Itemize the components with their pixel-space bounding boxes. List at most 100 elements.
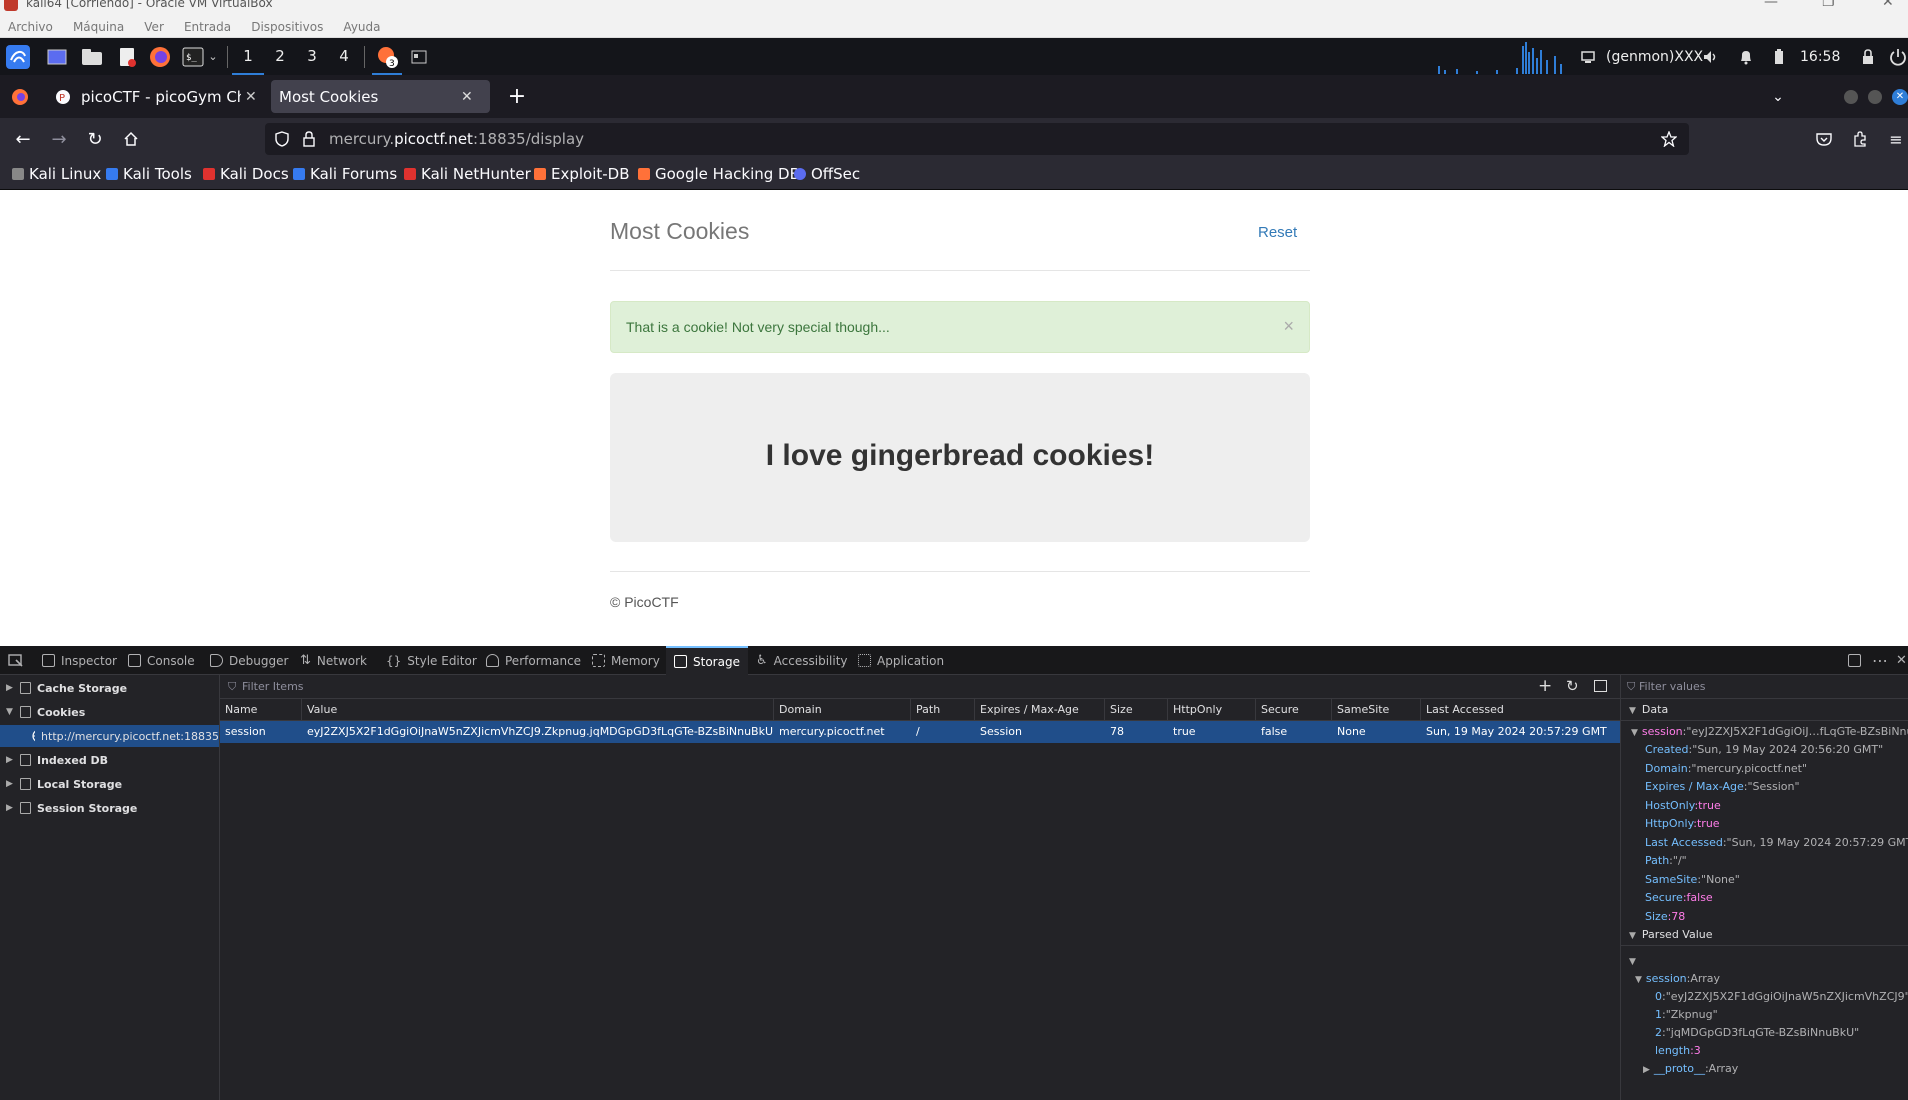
tab-network[interactable]: ⇅ Network <box>300 646 367 675</box>
pocket-icon[interactable] <box>1812 118 1836 160</box>
bookmark-google-hacking-db[interactable]: Google Hacking DB <box>638 165 800 183</box>
file-manager-icon[interactable] <box>79 38 105 75</box>
chevron-down-icon[interactable]: ⌄ <box>206 38 220 75</box>
add-item-icon[interactable]: + <box>1538 676 1552 696</box>
table-row[interactable]: session eyJ2ZXJ5X2F1dGgiOiJnaW5nZXJicmVh… <box>220 721 1620 743</box>
new-tab-icon[interactable]: + <box>503 75 531 118</box>
text-editor-icon[interactable] <box>114 38 140 75</box>
cell-name[interactable]: session <box>220 721 302 743</box>
display-icon[interactable] <box>1580 38 1596 75</box>
col-name[interactable]: Name <box>220 699 302 721</box>
tree-session-storage[interactable]: ▶ Session Storage <box>6 797 137 819</box>
data-session-line[interactable]: ▼ session:"eyJ2ZXJ5X2F1dGgiOiJ…fLqGTe-BZs… <box>1631 723 1908 741</box>
data-section-header[interactable]: ▼ Data <box>1621 699 1908 721</box>
tab-performance[interactable]: Performance <box>486 646 581 675</box>
terminal-icon[interactable]: $_ <box>180 38 206 75</box>
data-line[interactable]: Created:"Sun, 19 May 2024 20:56:20 GMT" <box>1645 741 1883 759</box>
data-line[interactable]: Last Accessed:"Sun, 19 May 2024 20:57:29… <box>1645 834 1908 852</box>
filter-items-bar[interactable]: ⛉ Filter Items + ↻ <box>220 675 1620 699</box>
col-size[interactable]: Size <box>1105 699 1168 721</box>
data-line[interactable]: Size:78 <box>1645 908 1685 926</box>
menu-dispositivos[interactable]: Dispositivos <box>243 14 330 34</box>
cell-secure[interactable]: false <box>1256 721 1332 743</box>
tree-cache-storage[interactable]: ▶ Cache Storage <box>6 677 127 699</box>
notification-bell-icon[interactable] <box>1738 38 1754 75</box>
col-expires[interactable]: Expires / Max-Age <box>975 699 1105 721</box>
tab-close-icon[interactable]: ✕ <box>461 89 473 105</box>
bookmark-kali-linux[interactable]: Kali Linux <box>12 165 101 183</box>
back-icon[interactable]: ← <box>10 118 36 160</box>
workspace-4[interactable]: 4 <box>328 38 360 75</box>
menu-ayuda[interactable]: Ayuda <box>335 14 387 34</box>
data-line[interactable]: Secure:false <box>1645 889 1713 907</box>
tab-accessibility[interactable]: ♿ Accessibility <box>756 646 848 675</box>
cell-path[interactable]: / <box>911 721 975 743</box>
extensions-icon[interactable] <box>1848 118 1872 160</box>
parsed-proto[interactable]: ▶ __proto__:Array <box>1643 1060 1738 1078</box>
dock-side-icon[interactable] <box>1848 646 1861 675</box>
tracking-shield-icon[interactable] <box>275 131 289 147</box>
alert-close-icon[interactable]: × <box>1283 316 1294 337</box>
padlock-icon[interactable] <box>303 131 315 147</box>
filter-values-input[interactable]: Filter values <box>1639 680 1706 693</box>
workspace-2[interactable]: 2 <box>264 38 296 75</box>
menu-maquina[interactable]: Máquina <box>65 14 131 34</box>
window-min-icon[interactable] <box>1844 75 1858 118</box>
tree-cookie-origin[interactable]: http://mercury.picoctf.net:18835 <box>0 725 219 747</box>
list-all-tabs-icon[interactable]: ⌄ <box>1766 75 1790 118</box>
cell-expires[interactable]: Session <box>975 721 1105 743</box>
window-icon[interactable] <box>408 38 430 75</box>
close-devtools-icon[interactable]: ✕ <box>1896 646 1907 675</box>
col-httponly[interactable]: HttpOnly <box>1168 699 1256 721</box>
bookmark-star-icon[interactable] <box>1661 131 1677 147</box>
col-last-accessed[interactable]: Last Accessed <box>1421 699 1620 721</box>
lock-icon[interactable] <box>1860 38 1876 75</box>
parsed-item[interactable]: 2:"jqMDGpGD3fLqGTe-BZsBiNnuBkU" <box>1655 1024 1859 1042</box>
parsed-root-toggle[interactable]: ▼ <box>1629 952 1636 970</box>
home-icon[interactable] <box>118 118 144 160</box>
desktop-icon[interactable] <box>44 38 70 75</box>
power-icon[interactable] <box>1888 38 1908 75</box>
tree-cookies[interactable]: ▼ Cookies <box>6 701 85 723</box>
reset-link[interactable]: Reset <box>1258 224 1297 241</box>
tab-debugger[interactable]: Debugger <box>210 646 288 675</box>
parsed-value-section-header[interactable]: ▼ Parsed Value <box>1621 924 1908 946</box>
bookmark-kali-tools[interactable]: Kali Tools <box>106 165 192 183</box>
tab-application[interactable]: Application <box>858 646 944 675</box>
tab-style-editor[interactable]: {} Style Editor <box>386 646 477 675</box>
refresh-icon[interactable]: ↻ <box>1566 677 1579 695</box>
tab-storage[interactable]: Storage <box>666 646 748 675</box>
data-line[interactable]: SameSite:"None" <box>1645 871 1740 889</box>
tab-console[interactable]: Console <box>128 646 195 675</box>
firefox-icon[interactable] <box>147 38 173 75</box>
filter-values-bar[interactable]: ⛉ Filter values <box>1621 675 1908 699</box>
parsed-item[interactable]: length:3 <box>1655 1042 1701 1060</box>
filter-items-input[interactable]: Filter Items <box>242 680 304 693</box>
col-samesite[interactable]: SameSite <box>1332 699 1421 721</box>
bookmark-kali-nethunter[interactable]: Kali NetHunter <box>404 165 531 183</box>
bookmark-kali-forums[interactable]: Kali Forums <box>293 165 397 183</box>
tab-inspector[interactable]: Inspector <box>42 646 117 675</box>
volume-icon[interactable] <box>1702 38 1720 75</box>
restore-icon[interactable]: ❐ <box>1822 0 1835 10</box>
data-line[interactable]: Domain:"mercury.picoctf.net" <box>1645 760 1807 778</box>
col-domain[interactable]: Domain <box>774 699 911 721</box>
parsed-item[interactable]: 1:"Zkpnug" <box>1655 1006 1718 1024</box>
tab-picogym[interactable]: P picoCTF - picoGym Challe ✕ <box>47 80 262 113</box>
cell-samesite[interactable]: None <box>1332 721 1421 743</box>
cell-last-accessed[interactable]: Sun, 19 May 2024 20:57:29 GMT <box>1421 721 1620 743</box>
element-picker-icon[interactable] <box>8 646 24 675</box>
bookmark-exploit-db[interactable]: Exploit-DB <box>534 165 630 183</box>
firefox-taskbar-icon[interactable]: 3 <box>372 38 402 75</box>
data-line[interactable]: HostOnly:true <box>1645 797 1721 815</box>
tab-most-cookies[interactable]: Most Cookies ✕ <box>271 80 490 113</box>
minimize-icon[interactable]: — <box>1764 0 1778 10</box>
data-line[interactable]: Path:"/" <box>1645 852 1687 870</box>
col-value[interactable]: Value <box>302 699 774 721</box>
window-max-icon[interactable] <box>1868 75 1882 118</box>
more-options-icon[interactable]: ⋯ <box>1872 646 1888 675</box>
data-line[interactable]: HttpOnly:true <box>1645 815 1720 833</box>
window-close-icon[interactable]: ✕ <box>1892 75 1908 118</box>
cell-domain[interactable]: mercury.picoctf.net <box>774 721 911 743</box>
close-icon[interactable]: ✕ <box>1882 0 1894 10</box>
